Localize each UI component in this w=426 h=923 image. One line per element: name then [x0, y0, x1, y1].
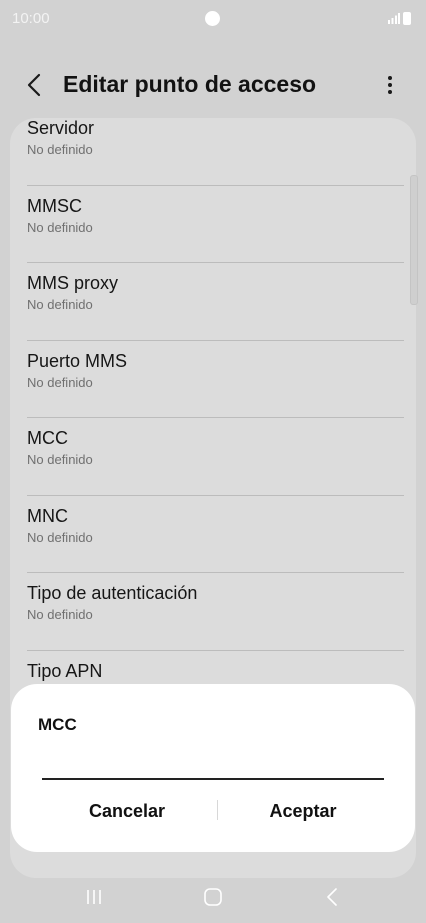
status-time: 10:00 — [12, 10, 50, 27]
setting-label: MNC — [27, 505, 68, 526]
setting-label: Tipo APN — [27, 660, 103, 681]
setting-item-mnc[interactable]: MNC No definido — [10, 506, 416, 584]
home-icon[interactable] — [203, 887, 223, 907]
page-title: Editar punto de acceso — [63, 71, 317, 97]
divider — [27, 649, 404, 651]
scrollbar[interactable] — [410, 175, 418, 305]
setting-item-tipo-autenticacion[interactable]: Tipo de autenticación No definido — [10, 583, 416, 661]
divider — [27, 339, 404, 341]
setting-value: No definido — [27, 297, 93, 312]
setting-label: Servidor — [27, 118, 95, 138]
mcc-dialog: MCC Cancelar Aceptar — [11, 684, 415, 852]
setting-value: No definido — [27, 142, 93, 157]
nav-back-icon[interactable] — [324, 886, 340, 908]
setting-value: No definido — [27, 452, 93, 467]
divider — [27, 494, 404, 496]
setting-label: MMSC — [27, 195, 82, 216]
signal-icon — [388, 13, 400, 24]
setting-value: No definido — [27, 219, 93, 235]
setting-item-puerto-mms[interactable]: Puerto MMS No definido — [10, 351, 416, 429]
battery-icon — [403, 12, 411, 25]
divider — [27, 417, 404, 418]
back-arrow-icon[interactable] — [24, 70, 46, 100]
divider — [27, 184, 404, 186]
setting-item-servidor[interactable]: Servidor No definido — [10, 118, 416, 196]
dialog-title: MCC — [38, 715, 77, 734]
setting-value: No definido — [27, 607, 93, 622]
more-vertical-icon[interactable] — [380, 73, 400, 97]
setting-label: MMS proxy — [27, 273, 119, 293]
camera-cutout — [205, 11, 220, 26]
setting-label: Puerto MMS — [27, 350, 128, 371]
settings-list: Servidor No definido MMSC No definido MM… — [10, 118, 416, 738]
accept-button[interactable]: Aceptar — [213, 790, 393, 830]
setting-label: Tipo de autenticación — [27, 583, 198, 603]
setting-value: No definido — [27, 374, 93, 390]
setting-value: No definido — [27, 529, 93, 545]
setting-item-mms-proxy[interactable]: MMS proxy No definido — [10, 273, 416, 351]
recents-icon[interactable] — [84, 888, 104, 906]
setting-item-mcc[interactable]: MCC No definido — [10, 428, 416, 506]
app-bar: Editar punto de acceso — [0, 60, 426, 110]
divider — [27, 262, 404, 263]
status-bar: 10:00 — [0, 0, 426, 40]
dialog-buttons: Cancelar Aceptar — [11, 790, 415, 830]
cancel-button[interactable]: Cancelar — [37, 790, 217, 830]
divider — [27, 572, 404, 573]
mcc-input[interactable] — [42, 742, 384, 780]
setting-item-mmsc[interactable]: MMSC No definido — [10, 196, 416, 274]
setting-label: MCC — [27, 428, 68, 448]
navigation-bar — [0, 870, 426, 923]
